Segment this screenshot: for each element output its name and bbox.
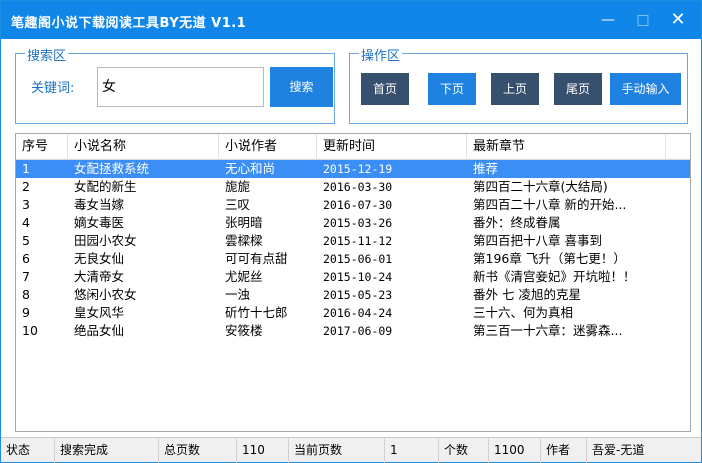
cell-name: 女配拯救系统 [74,161,150,176]
cell-name: 毒女当嫁 [74,197,125,212]
cell-number: 5 [22,233,30,248]
column-header-author[interactable]: 小说作者 [219,134,317,160]
cell-latest: 第196章 飞升（第七更！） [473,251,626,266]
search-button[interactable]: 搜索 [270,67,333,107]
cell-number: 8 [22,287,30,302]
status-value: 搜索完成 [55,438,159,463]
manual-input-button[interactable]: 手动输入 [610,73,681,105]
table-row[interactable]: 8 悠闲小农女 一浊 2015-05-23 番外 七 凌旭的克星 [16,286,690,304]
cell-updated: 2015-05-23 [323,288,393,302]
table-row[interactable]: 9 皇女风华 斫竹十七郎 2016-04-24 三十六、何为真相 [16,304,690,322]
cell-number: 10 [22,323,38,338]
cell-latest: 推荐 [473,161,499,176]
cell-name: 嫡女毒医 [74,215,125,230]
column-header-updated[interactable]: 更新时间 [317,134,467,160]
first-page-button[interactable]: 首页 [361,73,409,105]
window-title: 笔趣阁小说下载阅读工具BY无道 V1.1 [11,16,247,31]
author-value: 吾爱-无道 [592,443,645,457]
cell-number: 1 [22,161,30,176]
cell-latest: 第四百二十八章 新的开始... [473,197,627,212]
cell-number: 9 [22,305,30,320]
cell-name: 大清帝女 [74,269,125,284]
table-row[interactable]: 2 女配的新生 旎旎 2016-03-30 第四百二十六章(大结局) [16,178,690,196]
cell-updated: 2016-04-24 [323,306,393,320]
app-window: 笔趣阁小说下载阅读工具BY无道 V1.1 — □ ✕ 搜索区 关键词: 女 搜索… [0,0,702,463]
cell-latest: 三十六、何为真相 [473,305,574,320]
cell-author: 雲樑樑 [225,233,263,248]
cell-updated: 2015-06-01 [323,252,393,266]
cell-number: 4 [22,215,30,230]
cell-updated: 2015-11-12 [323,234,393,248]
cell-name: 女配的新生 [74,179,137,194]
search-group-label: 搜索区 [25,45,69,64]
cell-number: 2 [22,179,30,194]
cell-number: 6 [22,251,30,266]
maximize-button[interactable]: □ [632,9,654,31]
column-header-name[interactable]: 小说名称 [68,134,219,160]
cell-author: 安筱楼 [225,323,263,338]
cell-updated: 2016-03-30 [323,180,393,194]
cell-updated: 2015-10-24 [323,270,393,284]
column-header-latest[interactable]: 最新章节 [467,134,666,160]
table-row[interactable]: 6 无良女仙 可可有点甜 2015-06-01 第196章 飞升（第七更！） [16,250,690,268]
total-pages-label: 总页数 [159,438,237,463]
current-page-value: 1 [385,438,439,463]
author-label: 作者 [541,438,587,463]
table-row[interactable]: 7 大清帝女 尤妮丝 2015-10-24 新书《清宫妾妃》开坑啦！！ [16,268,690,286]
column-header-spacer [666,134,690,160]
novel-table[interactable]: 序号 小说名称 小说作者 更新时间 最新章节 1 女配拯救系统 无心和尚 2015-1… [15,133,691,432]
status-bar: 状态 搜索完成 总页数 110 当前页数 1 个数 1100 作者 吾爱-无道 [1,437,701,463]
cell-author: 无心和尚 [225,161,276,176]
cell-author: 一浊 [225,287,251,302]
cell-name: 绝品女仙 [74,323,125,338]
title-bar[interactable]: 笔趣阁小说下载阅读工具BY无道 V1.1 — □ ✕ [1,1,701,39]
table-row[interactable]: 5 田园小农女 雲樑樑 2015-11-12 第四百把十八章 喜事到 [16,232,690,250]
count-value: 1100 [489,438,541,463]
cell-author: 尤妮丝 [225,269,263,284]
cell-updated: 2015-03-26 [323,216,393,230]
cell-name: 田园小农女 [74,233,137,248]
status-label: 状态 [1,438,55,463]
cell-number: 7 [22,269,30,284]
table-row[interactable]: 4 嫡女毒医 张明暗 2015-03-26 番外：终成眷属 [16,214,690,232]
cell-latest: 第四百把十八章 喜事到 [473,233,602,248]
table-body: 1 女配拯救系统 无心和尚 2015-12-19 推荐 2 女配的新生 旎旎 2016-03-3… [16,160,690,340]
table-row[interactable]: 3 毒女当嫁 三叹 2016-07-30 第四百二十八章 新的开始... [16,196,690,214]
count-label: 个数 [439,438,489,463]
cell-latest: 番外：终成眷属 [473,215,561,230]
cell-author: 张明暗 [225,215,263,230]
cell-updated: 2017-06-09 [323,324,393,338]
prev-page-button[interactable]: 上页 [491,73,539,105]
cell-latest: 番外 七 凌旭的克星 [473,287,581,302]
table-row[interactable]: 10 绝品女仙 安筱楼 2017-06-09 第三百一十六章：迷雾森... [16,322,690,340]
cell-updated: 2016-07-30 [323,198,393,212]
cell-name: 悠闲小农女 [74,287,137,302]
cell-updated: 2015-12-19 [323,162,393,176]
cell-latest: 第四百二十六章(大结局) [473,179,608,194]
cell-latest: 新书《清宫妾妃》开坑啦！！ [473,269,636,284]
cell-number: 3 [22,197,30,212]
minimize-button[interactable]: — [597,9,619,31]
total-pages-value: 110 [237,438,289,463]
cell-name: 皇女风华 [74,305,125,320]
current-page-label: 当前页数 [289,438,385,463]
cell-name: 无良女仙 [74,251,125,266]
close-button[interactable]: ✕ [667,9,689,31]
operation-group-label: 操作区 [359,45,403,64]
keyword-input[interactable]: 女 [97,67,264,107]
cell-author: 三叹 [225,197,251,212]
next-page-button[interactable]: 下页 [428,73,476,105]
cell-author: 斫竹十七郎 [225,305,288,320]
keyword-label: 关键词: [31,81,75,96]
cell-author: 可可有点甜 [225,251,288,266]
table-row[interactable]: 1 女配拯救系统 无心和尚 2015-12-19 推荐 [16,160,690,178]
last-page-button[interactable]: 尾页 [554,73,602,105]
cell-latest: 第三百一十六章：迷雾森... [473,323,623,338]
table-header: 序号 小说名称 小说作者 更新时间 最新章节 [16,134,690,160]
column-header-number[interactable]: 序号 [16,134,68,160]
cell-author: 旎旎 [225,179,251,194]
